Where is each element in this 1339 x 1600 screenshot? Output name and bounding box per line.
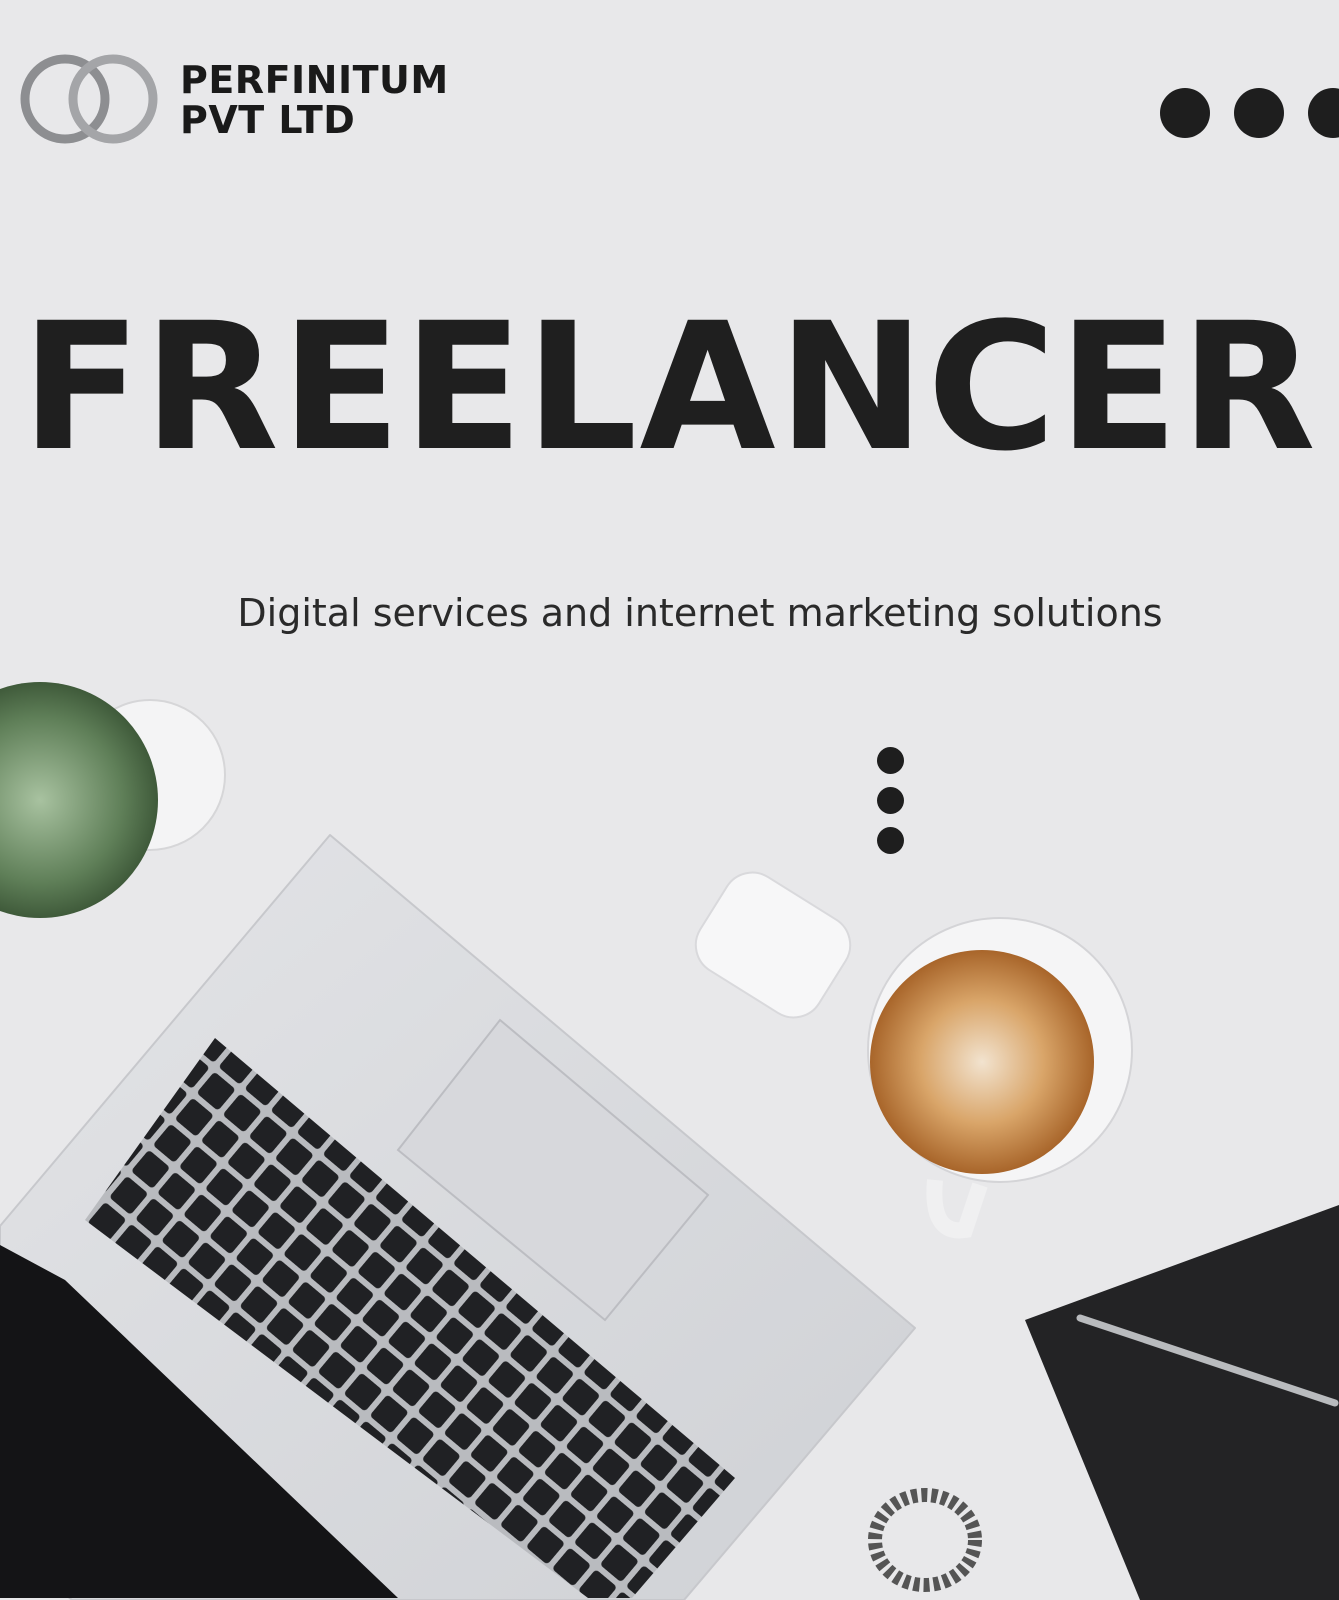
brand-line-2: PVT LTD	[180, 98, 356, 142]
desk-photo	[0, 682, 1339, 1600]
cable	[868, 1488, 982, 1592]
earbuds-case	[694, 871, 852, 1019]
logo-rings-icon	[20, 54, 158, 144]
notebook	[1025, 1205, 1339, 1600]
plant-pot	[0, 682, 226, 918]
coffee-cup	[867, 917, 1133, 1239]
headline: FREELANCER	[21, 285, 1318, 490]
decorative-dots-vertical	[877, 747, 904, 854]
brand-line-1: PERFINITUM	[180, 58, 449, 102]
decorative-dots-horizontal	[1160, 88, 1339, 138]
brand-name: PERFINITUM PVT LTD	[180, 60, 449, 140]
subtitle: Digital services and internet marketing …	[237, 591, 1163, 635]
